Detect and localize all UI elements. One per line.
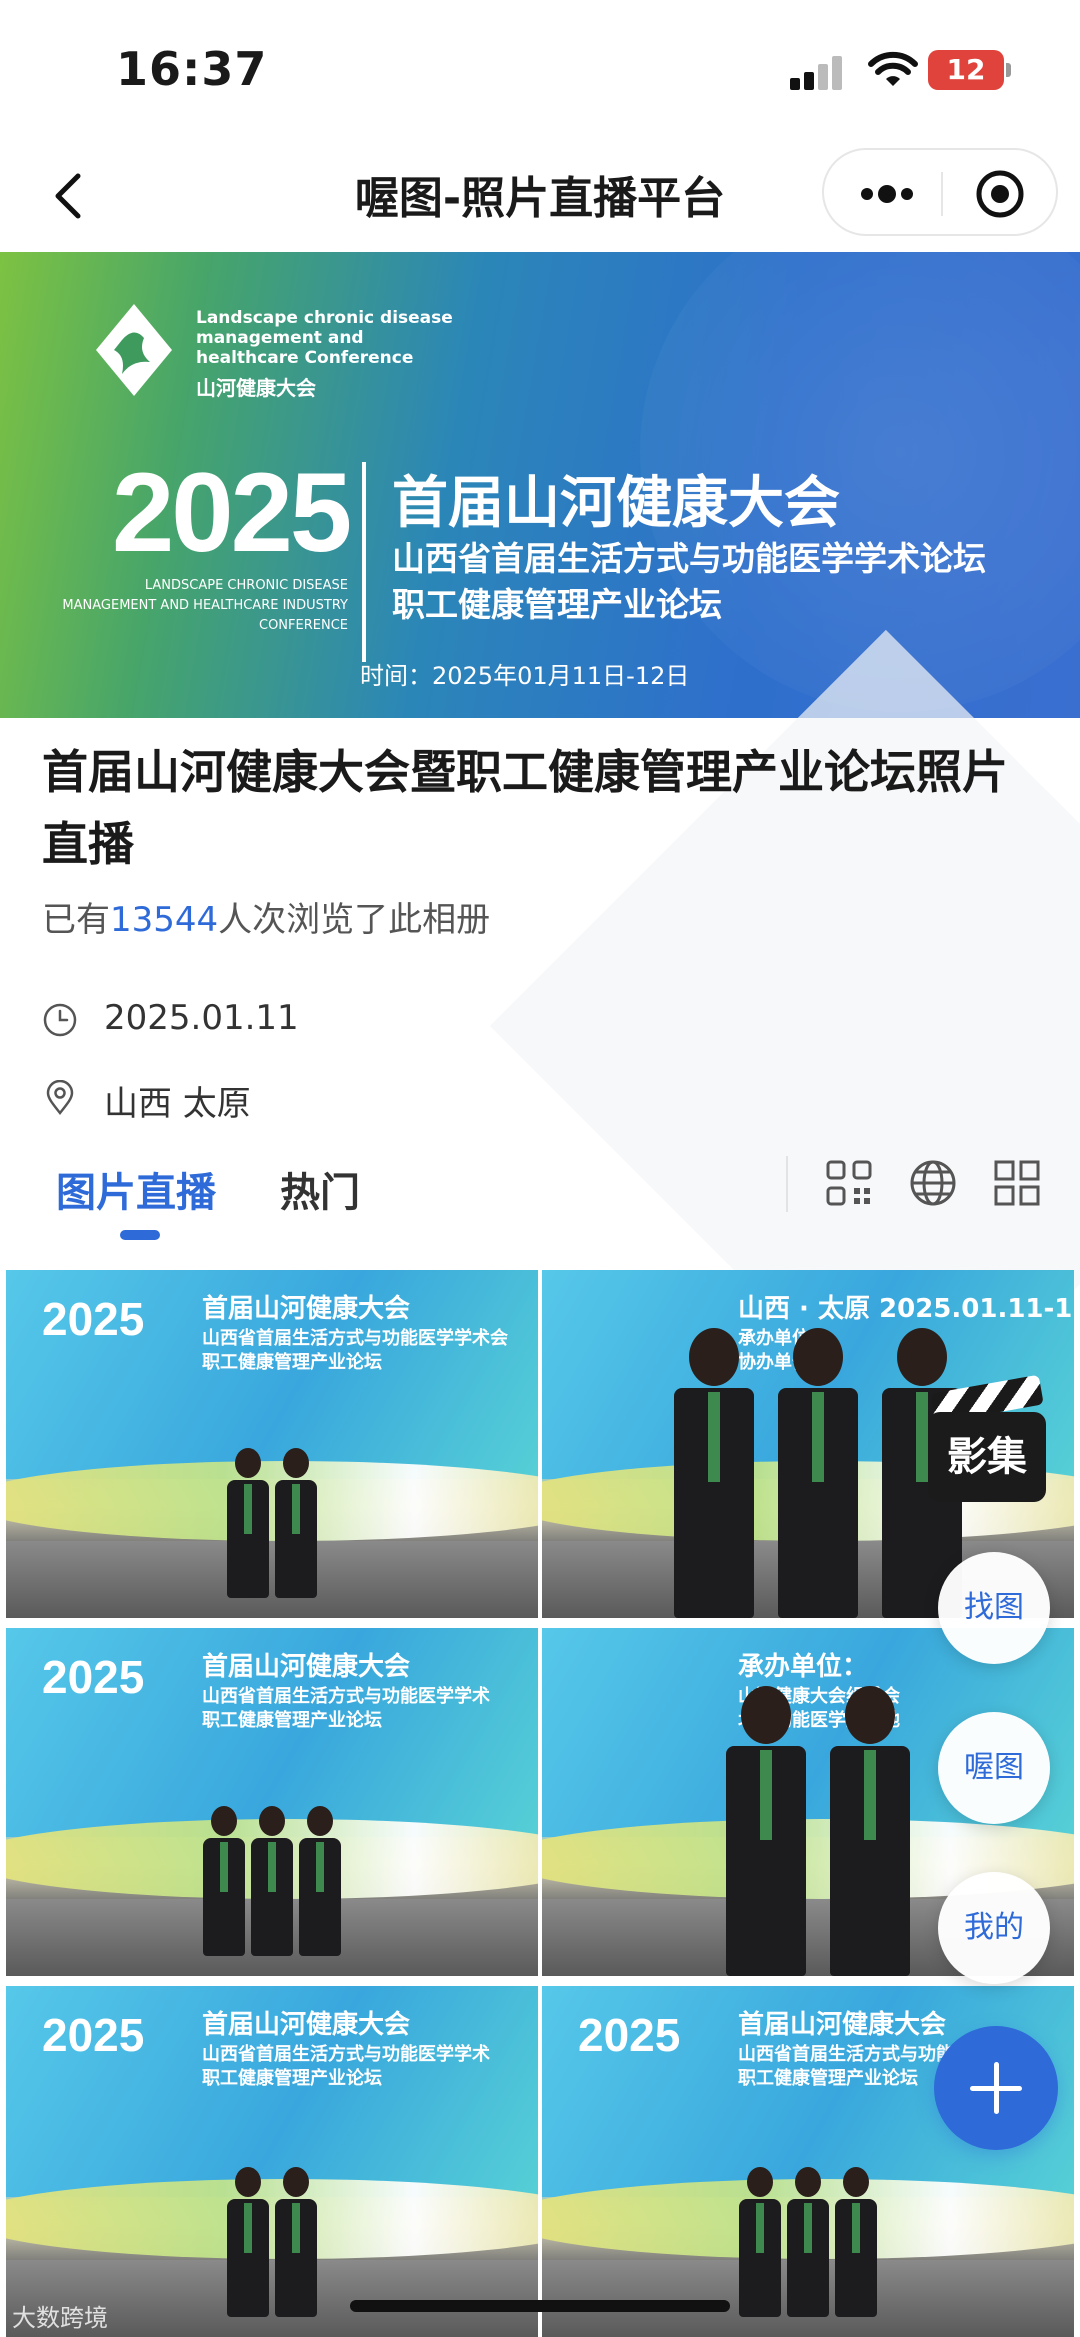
find-photo-button[interactable]: 找图 <box>938 1552 1050 1664</box>
tab-live-photos[interactable]: 图片直播 <box>56 1160 216 1218</box>
photo-year: 2025 <box>42 1293 145 1345</box>
photo-subtitle-2: 职工健康管理产业论坛 <box>202 1352 382 1373</box>
qrcode-icon[interactable] <box>824 1158 874 1208</box>
event-banner: Landscape chronic disease management and… <box>0 252 1080 718</box>
banner-divider <box>362 462 366 662</box>
person-figure <box>227 1448 269 1598</box>
banner-subtitle-2: 职工健康管理产业论坛 <box>392 585 722 624</box>
person-figure <box>778 1328 858 1618</box>
album-date: 2025.01.11 <box>104 998 299 1038</box>
person-figure <box>299 1806 341 1956</box>
close-target-icon[interactable] <box>974 168 1026 220</box>
photo-title: 首届山河健康大会 <box>202 1294 411 1324</box>
status-bar: 16:37 12 <box>0 0 1080 140</box>
globe-icon[interactable] <box>908 1158 958 1208</box>
backdrop-wave <box>6 1461 538 1542</box>
location-pin-icon <box>46 1080 74 1116</box>
photo-thumbnail[interactable]: 2025 首届山河健康大会山西省首届生活方式与功能医学学术 职工健康管理产业论坛 <box>6 1628 538 1976</box>
views-suffix: 人次浏览了此相册 <box>218 900 491 940</box>
photo-thumbnail[interactable]: 2025 首届山河健康大会山西省首届生活方式与功能医学学术 职工健康管理产业论坛 <box>6 1986 538 2337</box>
person-figure <box>251 1806 293 1956</box>
photo-subtitle: 山西省首届生活方式与功能医学学术 <box>202 2044 490 2065</box>
person-figure <box>787 2167 829 2317</box>
person-figure <box>726 1686 806 1976</box>
watermark: 大数跨境 <box>12 2304 108 2332</box>
tabs-divider <box>786 1156 788 1212</box>
film-album-label: 影集 <box>928 1412 1046 1502</box>
album-tabs: 图片直播 热门 <box>0 1140 1080 1260</box>
banner-org-cn: 山河健康大会 <box>196 376 316 400</box>
status-time: 16:37 <box>116 42 268 96</box>
photo-subtitle: 山西省首届生活方式与功能医学学术 <box>202 1686 490 1707</box>
views-prefix: 已有 <box>42 900 110 940</box>
person-figure <box>739 2167 781 2317</box>
wifi-icon <box>868 51 918 86</box>
grid-layout-icon[interactable] <box>992 1158 1042 1208</box>
banner-title: 首届山河健康大会 <box>392 471 840 536</box>
photo-year: 2025 <box>42 2009 145 2061</box>
photo-thumbnail[interactable]: 2025 首届山河健康大会山西省首届生活方式与功能医学学术会 职工健康管理产业论坛 <box>6 1270 538 1618</box>
photo-subtitle: 山西省首届生活方式与功能医学学术会 <box>202 1328 508 1349</box>
photo-title: 首届山河健康大会 <box>202 2010 411 2040</box>
add-button[interactable] <box>934 2026 1058 2150</box>
page: 16:37 12 喔图-照片直播平台 Landscape chronic dis… <box>0 0 1080 2337</box>
banner-org-en: Landscape chronic disease management and… <box>196 308 453 368</box>
person-figure <box>203 1806 245 1956</box>
person-figure <box>830 1686 910 1976</box>
photo-title: 首届山河健康大会 <box>202 1652 411 1682</box>
battery-indicator: 12 <box>928 50 1011 90</box>
banner-year: 2025 <box>112 450 352 575</box>
photo-subtitle-2: 职工健康管理产业论坛 <box>202 1710 382 1731</box>
more-dots-icon[interactable] <box>858 176 916 212</box>
person-figure <box>674 1328 754 1618</box>
person-figure <box>835 2167 877 2317</box>
conference-logo-icon <box>96 304 172 396</box>
backdrop-wave <box>6 2179 538 2260</box>
tab-hot[interactable]: 热门 <box>280 1160 360 1218</box>
nav-bar: 喔图-照片直播平台 <box>0 140 1080 252</box>
mini-program-capsule <box>822 148 1058 236</box>
home-indicator[interactable] <box>350 2300 730 2312</box>
photo-subtitle-2: 职工健康管理产业论坛 <box>202 2068 382 2089</box>
photo-title: 承办单位： <box>738 1652 869 1682</box>
photo-grid: 2025 首届山河健康大会 山西省首届生活方式与功能医学学术会 职工健康管理产业论坛山… <box>0 1270 1080 2337</box>
album-views: 已有13544人次浏览了此相册 <box>42 892 490 941</box>
film-album-button[interactable]: 影集 <box>922 1374 1052 1506</box>
banner-en-subtitle: LANDSCAPE CHRONIC DISEASE MANAGEMENT AND… <box>62 578 348 633</box>
photo-subtitle-2: 职工健康管理产业论坛 <box>738 2068 918 2089</box>
person-figure <box>275 1448 317 1598</box>
photo-year: 2025 <box>42 1651 145 1703</box>
photo-title: 山西 · 太原 2025.01.11-12 <box>738 1294 1074 1324</box>
capsule-divider <box>941 172 943 216</box>
floor <box>6 1541 538 1618</box>
album-location: 山西 太原 <box>104 1084 251 1124</box>
mine-button[interactable]: 我的 <box>938 1872 1050 1984</box>
photo-year: 2025 <box>578 2009 681 2061</box>
wotu-button[interactable]: 喔图 <box>938 1712 1050 1824</box>
person-figure <box>227 2167 269 2317</box>
cellular-signal-icon <box>790 56 844 90</box>
clock-icon <box>43 1003 77 1037</box>
album-title: 首届山河健康大会暨职工健康管理产业论坛照片直播 <box>42 745 1008 871</box>
person-figure <box>275 2167 317 2317</box>
banner-subtitle-1: 山西省首届生活方式与功能医学学术论坛 <box>392 539 986 578</box>
photo-title: 首届山河健康大会 <box>738 2010 947 2040</box>
views-count: 13544 <box>110 900 219 940</box>
active-tab-indicator <box>120 1230 160 1240</box>
